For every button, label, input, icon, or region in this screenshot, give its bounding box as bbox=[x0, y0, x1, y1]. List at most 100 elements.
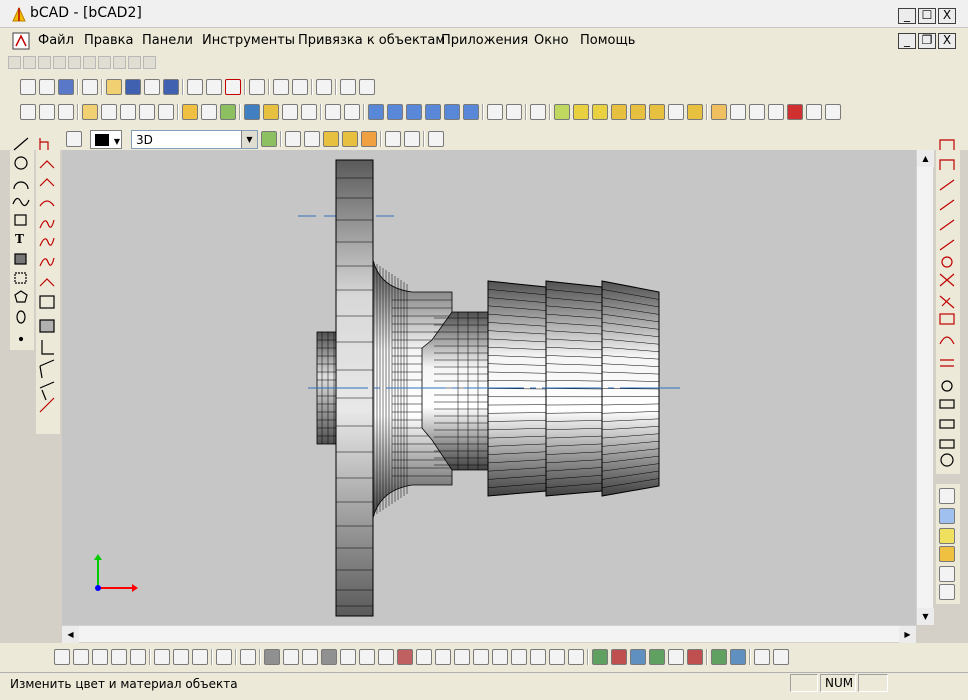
child-close-button[interactable]: X bbox=[938, 33, 956, 49]
properties-icon[interactable] bbox=[82, 79, 98, 95]
texture-icon[interactable] bbox=[630, 104, 646, 120]
solid-pyramid-icon[interactable] bbox=[340, 649, 356, 665]
hatch-icon[interactable] bbox=[649, 104, 665, 120]
shaded-box-icon[interactable] bbox=[323, 131, 339, 147]
boolean-cut-icon[interactable] bbox=[687, 649, 703, 665]
menu-panels[interactable]: Панели bbox=[142, 33, 193, 48]
snap-nearest-icon[interactable] bbox=[130, 649, 146, 665]
pencil-icon[interactable] bbox=[82, 104, 98, 120]
print-icon[interactable] bbox=[316, 79, 332, 95]
rotate-view-icon[interactable] bbox=[768, 104, 784, 120]
menu-applications[interactable]: Приложения bbox=[441, 33, 528, 48]
save-all-icon[interactable] bbox=[163, 79, 179, 95]
render-icon[interactable] bbox=[554, 104, 570, 120]
boolean-union-icon[interactable] bbox=[592, 649, 608, 665]
open-folder-icon[interactable] bbox=[106, 79, 122, 95]
material-icon[interactable] bbox=[611, 104, 627, 120]
table-icon[interactable] bbox=[938, 314, 958, 334]
view-iso-icon[interactable] bbox=[487, 104, 503, 120]
angular-dimension-icon[interactable] bbox=[938, 174, 958, 194]
solid-chamfer-icon[interactable] bbox=[549, 649, 565, 665]
boolean-intersect-icon[interactable] bbox=[630, 649, 646, 665]
section-icon[interactable] bbox=[754, 649, 770, 665]
solid-box-icon[interactable] bbox=[264, 649, 280, 665]
view-right-icon[interactable] bbox=[425, 104, 441, 120]
solid-cylinder-icon[interactable] bbox=[378, 649, 394, 665]
arc-tool-icon[interactable] bbox=[12, 174, 32, 194]
spotlight-icon[interactable] bbox=[939, 508, 955, 524]
mesh-icon[interactable] bbox=[730, 649, 746, 665]
close-button[interactable]: X bbox=[938, 8, 956, 24]
fillet-tool-icon[interactable] bbox=[38, 196, 58, 214]
break-tool-icon[interactable] bbox=[38, 176, 58, 194]
menu-file[interactable]: Файл bbox=[38, 33, 74, 48]
color-picker[interactable]: ▼ bbox=[90, 130, 122, 149]
walk-icon[interactable] bbox=[825, 104, 841, 120]
cube-export-icon[interactable] bbox=[939, 584, 955, 600]
view-top-icon[interactable] bbox=[444, 104, 460, 120]
delete-icon[interactable] bbox=[225, 79, 241, 95]
explode-tool-icon[interactable] bbox=[38, 398, 58, 416]
tag-icon[interactable] bbox=[687, 104, 703, 120]
solid-slice-icon[interactable] bbox=[568, 649, 584, 665]
box-wire-icon[interactable] bbox=[404, 131, 420, 147]
menu-tools[interactable]: Инструменты bbox=[202, 33, 295, 48]
snap-midpoint-icon[interactable] bbox=[73, 649, 89, 665]
ellipse-tool-icon[interactable] bbox=[12, 309, 32, 327]
measure-icon[interactable] bbox=[158, 104, 174, 120]
cylinder-icon[interactable] bbox=[938, 454, 958, 474]
solid-cone-icon[interactable] bbox=[283, 649, 299, 665]
pan-hand-icon[interactable] bbox=[711, 104, 727, 120]
eye-icon[interactable] bbox=[101, 104, 117, 120]
hatch-tool-icon[interactable] bbox=[12, 252, 32, 270]
scale-tool-icon[interactable] bbox=[38, 274, 58, 292]
brush-icon[interactable] bbox=[325, 104, 341, 120]
select-cross-icon[interactable] bbox=[173, 649, 189, 665]
horizontal-scrollbar[interactable]: ◀ ▶ bbox=[62, 625, 916, 643]
fill-tool-icon[interactable] bbox=[12, 271, 32, 289]
diameter-dimension-icon[interactable] bbox=[938, 214, 958, 234]
solid-revolve-icon[interactable] bbox=[435, 649, 451, 665]
split-view-icon[interactable] bbox=[530, 104, 546, 120]
textured-box-icon[interactable] bbox=[342, 131, 358, 147]
new-document-icon[interactable] bbox=[39, 79, 55, 95]
chevron-down-icon[interactable]: ▼ bbox=[241, 131, 257, 148]
save-icon[interactable] bbox=[125, 79, 141, 95]
child-minimize-button[interactable]: _ bbox=[898, 33, 916, 49]
orbit-icon[interactable] bbox=[139, 104, 155, 120]
wireframe-box-icon[interactable] bbox=[285, 131, 301, 147]
view-mode-select[interactable]: 3D ▼ bbox=[131, 130, 258, 149]
open-template-icon[interactable] bbox=[58, 79, 74, 95]
rendered-box-icon[interactable] bbox=[361, 131, 377, 147]
baseline-dimension-icon[interactable] bbox=[938, 354, 958, 374]
select-polygon-icon[interactable] bbox=[192, 649, 208, 665]
tolerance-icon[interactable] bbox=[938, 274, 958, 294]
light-icon[interactable] bbox=[592, 104, 608, 120]
center-mark-icon[interactable] bbox=[938, 254, 958, 274]
trim-tool-icon[interactable] bbox=[38, 134, 58, 154]
view-back-icon[interactable] bbox=[387, 104, 403, 120]
dot-grid-icon[interactable] bbox=[216, 649, 232, 665]
layer-icon[interactable] bbox=[182, 104, 198, 120]
solid-wedge-icon[interactable] bbox=[302, 649, 318, 665]
polygon-tool-icon[interactable] bbox=[12, 289, 32, 307]
hidden-line-box-icon[interactable] bbox=[304, 131, 320, 147]
menu-edit[interactable]: Правка bbox=[84, 33, 133, 48]
minimize-button[interactable]: _ bbox=[898, 8, 916, 24]
radial-dimension-icon[interactable] bbox=[938, 194, 958, 214]
spline-tool-icon[interactable] bbox=[12, 194, 32, 214]
snap-endpoint-icon[interactable] bbox=[54, 649, 70, 665]
save-as-icon[interactable] bbox=[144, 79, 160, 95]
scroll-left-icon[interactable]: ◀ bbox=[62, 626, 79, 643]
menu-help[interactable]: Помощь bbox=[580, 33, 635, 48]
scroll-right-icon[interactable]: ▶ bbox=[899, 626, 916, 643]
boolean-subtract-icon[interactable] bbox=[611, 649, 627, 665]
document-icon[interactable] bbox=[12, 32, 30, 50]
vertical-scrollbar[interactable]: ▲ ▼ bbox=[916, 150, 934, 625]
page-icon[interactable] bbox=[240, 649, 256, 665]
menu-window[interactable]: Окно bbox=[534, 33, 569, 48]
loft-icon[interactable] bbox=[938, 436, 958, 456]
solid-loft-icon[interactable] bbox=[492, 649, 508, 665]
snap-intersection-icon[interactable] bbox=[111, 649, 127, 665]
home-icon[interactable] bbox=[939, 566, 955, 582]
